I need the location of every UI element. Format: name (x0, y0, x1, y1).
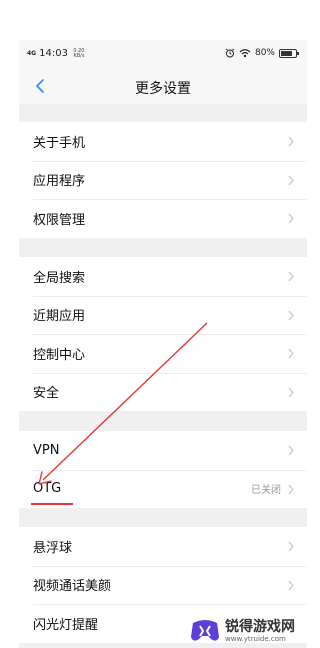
setting-label: VPN (33, 442, 60, 458)
signal-indicator: 4G (27, 49, 37, 57)
chevron-right-icon (288, 310, 294, 320)
setting-applications[interactable]: 应用程序 (19, 160, 307, 200)
status-bar: 4G 14:03 0.20 KB/s 80% (19, 40, 307, 68)
setting-label: 闪光灯提醒 (33, 617, 99, 633)
battery-icon (279, 48, 299, 58)
gamepad-logo-icon (191, 620, 219, 641)
chevron-right-icon (288, 271, 294, 282)
chevron-right-icon (288, 541, 294, 552)
setting-label: 应用程序 (33, 174, 86, 190)
setting-label: 全局搜索 (33, 270, 86, 286)
setting-about-phone[interactable]: 关于手机 (19, 122, 307, 161)
battery-level (281, 50, 293, 56)
setting-recent-apps[interactable]: 近期应用 (19, 295, 307, 335)
settings-group-system: 全局搜索 近期应用 控制中心 安全 (19, 257, 307, 411)
status-time: 14:03 (39, 48, 68, 59)
status-bar-left: 4G 14:03 0.20 KB/s (27, 48, 87, 59)
watermark-url: www.ytruide.com (225, 634, 286, 643)
settings-screen: 4G 14:03 0.20 KB/s 80% 更多设置 关于手机 应用程序 权限… (19, 40, 307, 648)
chevron-right-icon (288, 580, 294, 590)
setting-label: OTG (33, 481, 62, 497)
otg-annotation-underline (31, 503, 73, 505)
chevron-right-icon (288, 136, 294, 147)
chevron-right-icon (288, 213, 294, 224)
settings-group-connection: VPN OTG 已关闭 (19, 431, 307, 508)
chevron-right-icon (288, 445, 294, 456)
page-header: 更多设置 (19, 68, 307, 104)
alarm-icon (225, 48, 235, 58)
setting-permissions[interactable]: 权限管理 (19, 199, 307, 238)
otg-status-value: 已关闭 (251, 485, 281, 497)
setting-control-center[interactable]: 控制中心 (19, 334, 307, 373)
chevron-right-icon (288, 387, 294, 397)
setting-label: 悬浮球 (33, 540, 73, 556)
setting-label: 权限管理 (33, 212, 86, 228)
status-bar-right: 80% (225, 48, 299, 58)
chevron-right-icon (288, 484, 294, 494)
setting-floating-ball[interactable]: 悬浮球 (19, 527, 307, 566)
wifi-icon (239, 49, 251, 58)
watermark-title: 锐得游戏网 (225, 618, 295, 635)
settings-group-device: 关于手机 应用程序 权限管理 (19, 122, 307, 238)
setting-label: 控制中心 (33, 347, 86, 363)
setting-label: 近期应用 (33, 309, 86, 325)
page-title: 更多设置 (135, 81, 191, 97)
chevron-right-icon (288, 175, 294, 185)
battery-percent: 80% (254, 48, 275, 58)
setting-label: 安全 (33, 386, 60, 402)
network-speed: 0.20 KB/s (73, 47, 85, 59)
setting-vpn[interactable]: VPN (19, 431, 307, 470)
watermark: 锐得游戏网 www.ytruide.com (189, 614, 307, 648)
setting-label: 关于手机 (33, 135, 86, 151)
chevron-right-icon (288, 348, 294, 359)
setting-security[interactable]: 安全 (19, 372, 307, 412)
setting-video-call-beauty[interactable]: 视频通话美颜 (19, 565, 307, 605)
setting-label: 视频通话美颜 (33, 579, 112, 595)
setting-global-search[interactable]: 全局搜索 (19, 257, 307, 296)
